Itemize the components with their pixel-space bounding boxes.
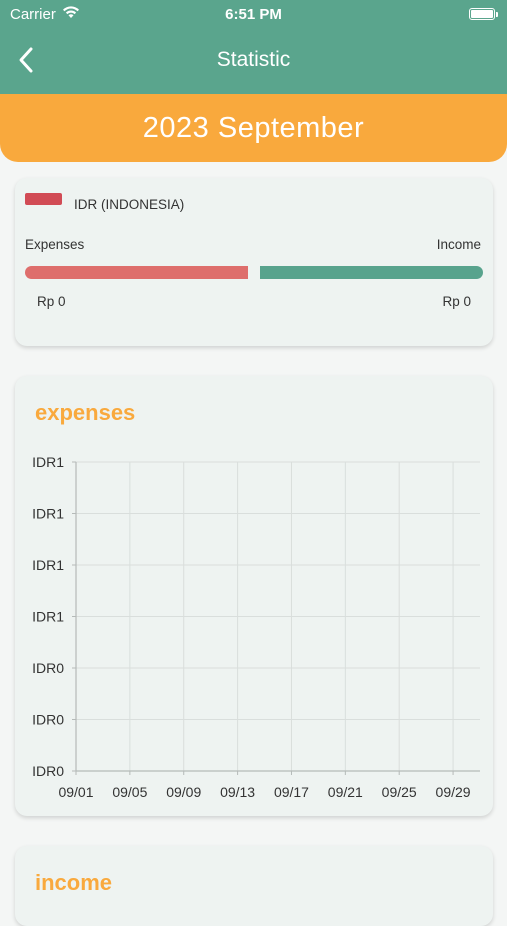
expenses-bar bbox=[25, 266, 248, 279]
income-label: Income bbox=[436, 237, 481, 252]
x-tick-label: 09/09 bbox=[166, 784, 201, 800]
battery-icon bbox=[469, 8, 495, 20]
month-selector[interactable]: 2023 September bbox=[0, 94, 507, 162]
y-tick-label: IDR1 bbox=[32, 609, 64, 625]
x-tick-label: 09/05 bbox=[112, 784, 147, 800]
income-bar bbox=[260, 266, 483, 279]
income-value: Rp 0 bbox=[442, 294, 471, 309]
expenses-value: Rp 0 bbox=[37, 294, 66, 309]
status-time: 6:51 PM bbox=[225, 6, 282, 23]
x-tick-label: 09/17 bbox=[274, 784, 309, 800]
income-chart-title: income bbox=[35, 870, 113, 895]
x-tick-label: 09/01 bbox=[58, 784, 93, 800]
summary-card: IDR (INDONESIA) Expenses Income Rp 0 Rp … bbox=[15, 178, 493, 346]
x-tick-label: 09/25 bbox=[382, 784, 417, 800]
y-tick-label: IDR0 bbox=[32, 763, 64, 779]
y-tick-label: IDR1 bbox=[32, 557, 64, 573]
x-tick-label: 09/13 bbox=[220, 784, 255, 800]
expenses-chart-card: expenses IDR1 IDR1 IDR1 IDR1 IDR0 IDR0 IDR0 09/… bbox=[15, 376, 493, 816]
x-tick-label: 09/21 bbox=[328, 784, 363, 800]
expenses-chart: IDR1 IDR1 IDR1 IDR1 IDR0 IDR0 IDR0 09/01 09/05 09… bbox=[32, 454, 480, 800]
battery-tip bbox=[496, 12, 498, 17]
currency-flag-icon bbox=[25, 193, 62, 205]
x-tick-label: 09/29 bbox=[436, 784, 471, 800]
page-title: Statistic bbox=[216, 48, 291, 71]
y-tick-label: IDR1 bbox=[32, 506, 64, 522]
y-tick-label: IDR0 bbox=[32, 660, 64, 676]
income-chart-card: income bbox=[15, 846, 493, 926]
status-bar: Carrier 6:51 PM bbox=[0, 0, 507, 30]
currency-label: IDR (INDONESIA) bbox=[74, 197, 185, 212]
expenses-label: Expenses bbox=[25, 237, 85, 252]
y-tick-label: IDR1 bbox=[32, 454, 64, 470]
y-tick-label: IDR0 bbox=[32, 712, 64, 728]
nav-bar: Statistic bbox=[0, 30, 507, 94]
